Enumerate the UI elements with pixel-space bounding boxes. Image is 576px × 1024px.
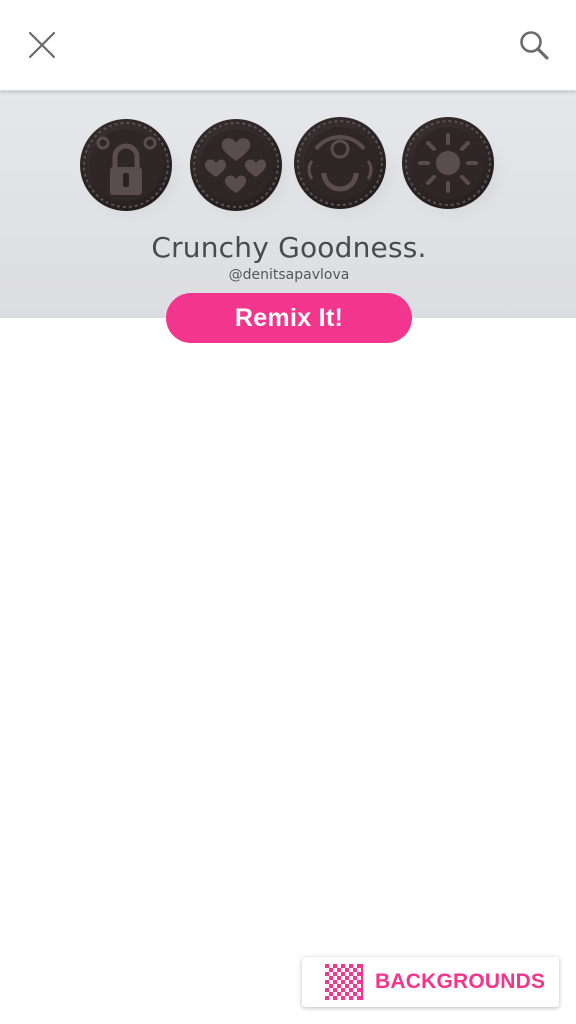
top-toolbar [0,0,576,91]
close-icon [28,31,56,59]
cookie-ornament [291,117,403,223]
banner-author[interactable]: @denitsapavlova [0,267,576,283]
backgrounds-label: BACKGROUNDS [375,970,546,993]
remix-button[interactable]: Remix It! [166,293,412,343]
app-screen: Crunchy Goodness. @denitsapavlova Remix … [0,0,576,1024]
search-button[interactable] [516,27,552,63]
cookie-sun [399,117,511,223]
search-icon [520,31,549,60]
close-button[interactable] [24,27,60,63]
backgrounds-button[interactable]: BACKGROUNDS [302,957,559,1007]
cookie-lock [77,119,189,223]
featured-banner[interactable]: Crunchy Goodness. @denitsapavlova [0,91,576,318]
banner-title: Crunchy Goodness. [151,231,427,264]
cookies-photo [77,117,511,223]
cookie-hearts [187,119,299,223]
checkerboard-icon [325,964,363,1000]
